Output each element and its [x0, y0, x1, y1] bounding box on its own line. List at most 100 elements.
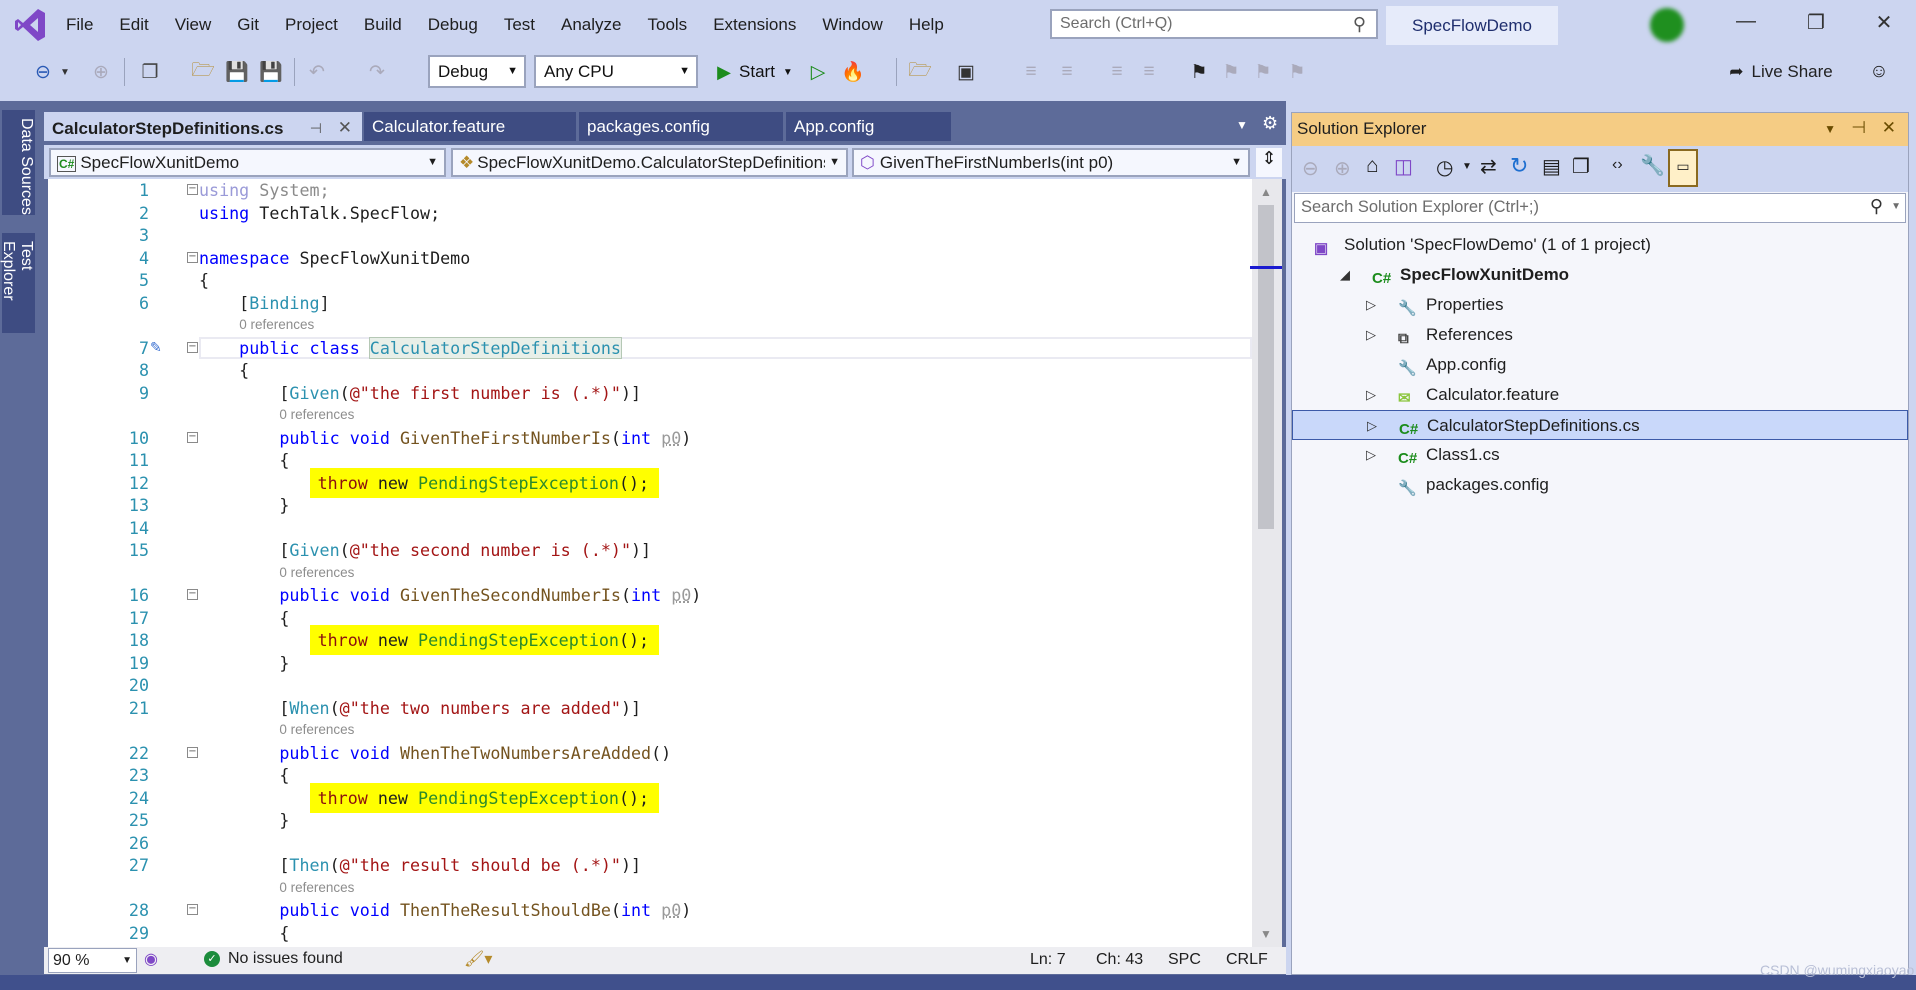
back-icon[interactable]: ⊖: [1302, 156, 1319, 181]
menu-item-git[interactable]: Git: [235, 13, 273, 37]
forward-icon[interactable]: ⊕: [1334, 156, 1351, 181]
show-all-files-icon[interactable]: ❐: [1572, 154, 1590, 179]
collapse-icon[interactable]: −: [187, 904, 198, 915]
menu-item-extensions[interactable]: Extensions: [711, 13, 810, 37]
collapse-icon[interactable]: −: [187, 431, 198, 443]
code-line[interactable]: 29 {: [48, 922, 1252, 945]
tree-item[interactable]: ▣ Solution 'SpecFlowDemo' (1 of 1 project…: [1292, 230, 1908, 260]
solution-explorer-search-input[interactable]: Search Solution Explorer (Ctrl+;) ⚲ ▼: [1294, 193, 1906, 223]
bookmark-icon[interactable]: ⚑: [1186, 56, 1212, 88]
code-editor[interactable]: 1− using System; 2 using TechTalk.SpecFlow;…: [48, 179, 1252, 947]
close-icon[interactable]: ✕: [1864, 10, 1904, 35]
code-line[interactable]: 7 ✎ − public class CalculatorStepDefinitio…: [48, 336, 1252, 360]
tab-list-dropdown-icon[interactable]: ▼: [1236, 118, 1248, 132]
menu-item-test[interactable]: Test: [502, 13, 549, 37]
close-tab-icon[interactable]: ✕: [338, 118, 352, 138]
find-in-files-icon[interactable]: 🗁: [906, 56, 934, 88]
code-line[interactable]: 26: [48, 832, 1252, 855]
expand-arrow-icon[interactable]: ▷: [1367, 411, 1377, 441]
test-explorer-tab[interactable]: Test Explorer: [0, 233, 35, 333]
collapse-icon[interactable]: −: [187, 341, 198, 353]
split-editor-icon[interactable]: ⇕: [1256, 148, 1282, 177]
pin-icon[interactable]: ⊣: [310, 120, 322, 137]
back-dropdown-icon[interactable]: ▼: [58, 56, 72, 88]
whitespace-mode[interactable]: SPC: [1168, 951, 1201, 969]
undo-icon[interactable]: ↶: [304, 56, 330, 88]
code-lens-references[interactable]: 0 references: [239, 314, 314, 337]
tree-item[interactable]: ▷ ⧉ References: [1292, 320, 1908, 350]
solution-name-badge[interactable]: SpecFlowDemo: [1386, 6, 1558, 45]
tab-packages-config[interactable]: packages.config: [579, 112, 783, 141]
properties-wrench-icon[interactable]: 🔧: [1640, 153, 1665, 178]
data-sources-tab[interactable]: Data Sources: [2, 110, 35, 215]
restore-icon[interactable]: ❐: [1796, 10, 1836, 35]
code-lens-references[interactable]: 0 references: [279, 719, 354, 742]
open-folder-icon[interactable]: 🗁: [190, 56, 216, 88]
expand-arrow-icon[interactable]: ▷: [1366, 320, 1376, 350]
code-line[interactable]: 13 }: [48, 494, 1252, 517]
code-line[interactable]: 15 [Given(@"the second number is (.*)")]: [48, 539, 1252, 562]
start-button[interactable]: ▶ Start ▼: [710, 56, 800, 88]
pin-icon[interactable]: ⊣: [1851, 118, 1866, 138]
menu-item-file[interactable]: File: [64, 13, 107, 37]
quick-actions-screwdriver-icon[interactable]: ✎: [150, 337, 162, 360]
navigate-forward-icon[interactable]: ⊕: [88, 56, 114, 88]
gear-icon[interactable]: ⚙: [1262, 113, 1278, 134]
code-lens-references[interactable]: 0 references: [279, 404, 354, 427]
menu-item-tools[interactable]: Tools: [646, 13, 702, 37]
start-without-debugging-icon[interactable]: ▷: [806, 56, 830, 88]
code-line[interactable]: 21 [When(@"the two numbers are added")]: [48, 697, 1252, 720]
search-options-dropdown-icon[interactable]: ▼: [1891, 201, 1901, 212]
expanded-arrow-icon[interactable]: ◢: [1340, 260, 1350, 290]
code-line[interactable]: 10 − public void GivenTheFirstNumberIs(in…: [48, 427, 1252, 450]
zoom-select[interactable]: 90 % ▼: [48, 948, 137, 973]
issues-indicator[interactable]: ✓ No issues found: [204, 950, 343, 968]
vertical-scrollbar[interactable]: ▲ ▼: [1250, 179, 1282, 947]
collapse-icon[interactable]: −: [187, 746, 198, 758]
refresh-icon[interactable]: ↻: [1510, 153, 1528, 179]
tree-item[interactable]: ◢ C# SpecFlowXunitDemo: [1292, 260, 1908, 290]
tree-item[interactable]: ▷ 🔧 Properties: [1292, 290, 1908, 320]
quick-search-input[interactable]: Search (Ctrl+Q) ⚲: [1050, 9, 1378, 39]
menu-item-window[interactable]: Window: [820, 13, 896, 37]
code-line[interactable]: 20: [48, 674, 1252, 697]
member-select[interactable]: ⬡ GivenTheFirstNumberIs(int p0) ▼: [852, 148, 1250, 177]
collapse-icon[interactable]: −: [187, 589, 198, 600]
collapse-icon[interactable]: −: [187, 251, 198, 263]
next-bookmark-icon[interactable]: ⚑: [1250, 56, 1276, 88]
panel-menu-icon[interactable]: ▼: [1824, 122, 1836, 136]
tree-item[interactable]: 🔧 App.config: [1292, 350, 1908, 380]
intellicode-icon[interactable]: ◉: [144, 949, 158, 969]
code-line[interactable]: 5{: [48, 269, 1252, 292]
menu-item-help[interactable]: Help: [907, 13, 958, 37]
tab-calculator-feature[interactable]: Calculator.feature: [364, 112, 576, 141]
code-line[interactable]: 24 throw new PendingStepException();: [48, 782, 1252, 813]
indent-icon[interactable]: ≡: [1018, 56, 1044, 88]
code-lens-references[interactable]: 0 references: [279, 877, 354, 900]
expand-arrow-icon[interactable]: ▷: [1366, 440, 1376, 470]
code-lens-references[interactable]: 0 references: [279, 562, 354, 585]
tree-item[interactable]: ▷ C# Class1.cs: [1292, 440, 1908, 470]
save-icon[interactable]: 💾: [224, 56, 250, 88]
code-line[interactable]: 2 using TechTalk.SpecFlow;: [48, 202, 1252, 225]
menu-item-build[interactable]: Build: [362, 13, 416, 37]
configuration-select[interactable]: Debug ▼: [428, 55, 526, 88]
code-line[interactable]: 3: [48, 224, 1252, 247]
save-all-icon[interactable]: 💾: [258, 56, 284, 88]
minimize-icon[interactable]: —: [1726, 10, 1766, 33]
collapse-icon[interactable]: −: [187, 184, 198, 195]
code-line[interactable]: 25 }: [48, 809, 1252, 832]
tree-item[interactable]: 🔧 packages.config: [1292, 470, 1908, 500]
scroll-up-icon[interactable]: ▲: [1260, 185, 1272, 199]
browser-link-icon[interactable]: ▣: [952, 56, 980, 88]
code-line[interactable]: 18 throw new PendingStepException();: [48, 625, 1252, 655]
tab-app-config[interactable]: App.config: [786, 112, 951, 141]
project-select[interactable]: C# SpecFlowXunitDemo ▼: [49, 148, 446, 177]
chevron-down-icon[interactable]: ▼: [1462, 161, 1472, 172]
previous-bookmark-icon[interactable]: ⚑: [1218, 56, 1244, 88]
collapse-all-icon[interactable]: ▤: [1542, 154, 1561, 179]
menu-item-view[interactable]: View: [173, 13, 226, 37]
switch-views-icon[interactable]: ◫: [1394, 154, 1413, 179]
code-line[interactable]: 22 − public void WhenTheTwoNumbersAreAdde…: [48, 742, 1252, 765]
menu-item-debug[interactable]: Debug: [426, 13, 492, 37]
